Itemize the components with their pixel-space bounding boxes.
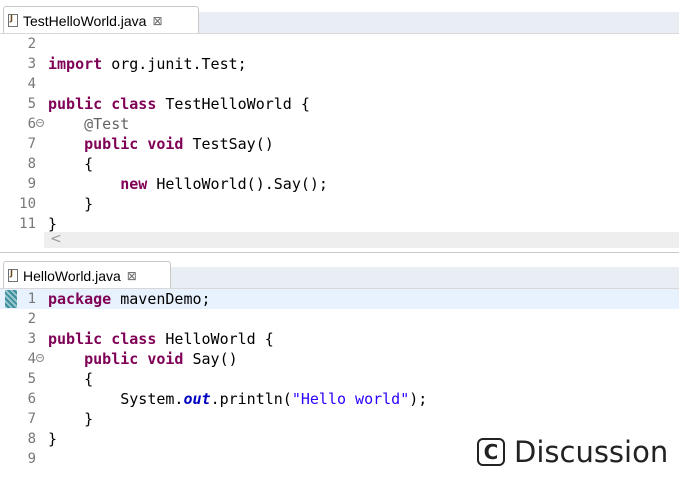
code-line[interactable]: 4	[0, 74, 679, 94]
line-number: 9	[27, 451, 36, 467]
code-line[interactable]: 2	[0, 309, 679, 329]
editor-test-hello-world: J TestHelloWorld.java ⊠ 2 3 import org.jun…	[0, 0, 679, 253]
code-text[interactable]: {	[48, 370, 93, 388]
code-line[interactable]: 4− public void Say()	[0, 349, 679, 369]
line-number: 2	[27, 36, 36, 52]
close-tab-icon[interactable]: ⊠	[152, 14, 162, 28]
line-number: 9	[27, 176, 36, 192]
code-text[interactable]: import org.junit.Test;	[48, 55, 247, 73]
editor-tab-bar: J TestHelloWorld.java ⊠	[0, 0, 679, 34]
fold-toggle-icon[interactable]: −	[36, 119, 44, 127]
code-line[interactable]: 1 package mavenDemo;	[0, 289, 679, 309]
code-line[interactable]: 3 public class HelloWorld {	[0, 329, 679, 349]
code-text[interactable]: }	[48, 195, 93, 213]
tab-title: HelloWorld.java	[23, 267, 121, 284]
line-number: 5	[27, 96, 36, 112]
code-line[interactable]: 7 public void TestSay()	[0, 134, 679, 154]
line-number: 8	[27, 156, 36, 172]
code-text[interactable]: System.out.println("Hello world");	[48, 390, 427, 408]
tab-title: TestHelloWorld.java	[23, 12, 147, 29]
code-text[interactable]: public class TestHelloWorld {	[48, 95, 310, 113]
discussion-watermark: C Discussion	[477, 432, 673, 472]
code-text[interactable]: new HelloWorld().Say();	[48, 175, 328, 193]
code-text[interactable]: public void Say()	[48, 350, 238, 368]
line-number: 7	[27, 136, 36, 152]
line-number: 2	[27, 311, 36, 327]
code-text[interactable]: }	[48, 410, 93, 428]
code-line[interactable]: 2	[0, 34, 679, 54]
line-number: 1	[27, 291, 36, 307]
line-number: 6	[27, 116, 36, 132]
tab-hello-world[interactable]: J HelloWorld.java ⊠	[3, 261, 171, 289]
code-line[interactable]: 6− @Test	[0, 114, 679, 134]
line-number: 4	[27, 351, 36, 367]
tab-test-hello-world[interactable]: J TestHelloWorld.java ⊠	[3, 6, 199, 34]
code-line[interactable]: 3 import org.junit.Test;	[0, 54, 679, 74]
line-number: 8	[27, 431, 36, 447]
code-text[interactable]: public class HelloWorld {	[48, 330, 274, 348]
code-line[interactable]: 6 System.out.println("Hello world");	[0, 389, 679, 409]
code-line[interactable]: 10 }	[0, 194, 679, 214]
watermark-text: Discussion	[514, 435, 669, 469]
fold-toggle-icon[interactable]: −	[36, 354, 44, 362]
line-number: 11	[19, 216, 36, 232]
line-number: 3	[27, 56, 36, 72]
code-text[interactable]: public void TestSay()	[48, 135, 274, 153]
line-number: 10	[19, 196, 36, 212]
editor-tab-bar: J HelloWorld.java ⊠	[0, 255, 679, 289]
close-tab-icon[interactable]: ⊠	[127, 269, 137, 283]
code-text[interactable]: }	[48, 430, 57, 448]
code-line[interactable]: 8 {	[0, 154, 679, 174]
line-number: 5	[27, 371, 36, 387]
code-text[interactable]: @Test	[48, 115, 129, 133]
code-line[interactable]: 9 new HelloWorld().Say();	[0, 174, 679, 194]
code-text[interactable]: {	[48, 155, 93, 173]
code-area[interactable]: 2 3 import org.junit.Test; 4 5 public class T…	[0, 34, 679, 234]
tab-strip-background	[171, 267, 679, 289]
code-line[interactable]: 5 public class TestHelloWorld {	[0, 94, 679, 114]
code-line[interactable]: 7 }	[0, 409, 679, 429]
java-file-icon: J	[8, 269, 18, 282]
java-file-icon: J	[8, 14, 18, 27]
discussion-logo-icon: C	[477, 438, 505, 466]
code-line[interactable]: 11}	[0, 214, 679, 234]
line-number: 7	[27, 411, 36, 427]
line-number: 4	[27, 76, 36, 92]
line-number: 6	[27, 391, 36, 407]
horizontal-scrollbar[interactable]: <	[44, 231, 679, 248]
line-number: 3	[27, 331, 36, 347]
code-line[interactable]: 5 {	[0, 369, 679, 389]
scroll-left-icon[interactable]: <	[50, 231, 62, 247]
code-text[interactable]: package mavenDemo;	[48, 290, 211, 308]
tab-strip-background	[199, 12, 679, 34]
